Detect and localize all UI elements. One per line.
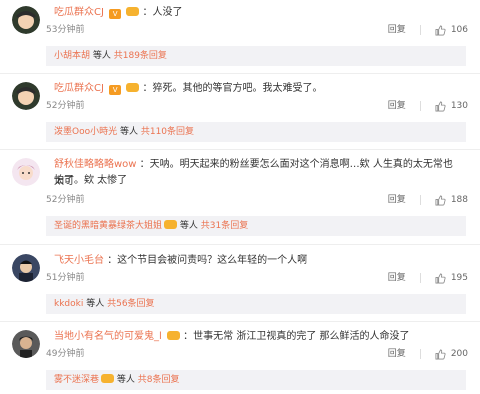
avatar[interactable] xyxy=(12,82,40,110)
reply-username[interactable]: 小胡本胡 xyxy=(54,51,90,61)
timestamp: 49分钟前 xyxy=(46,349,85,359)
reply-button[interactable]: 回复 xyxy=(388,348,406,360)
timestamp: 53分钟前 xyxy=(46,25,85,35)
comment-text: 当地小有名气的可爱鬼_l ：世事无常 浙江卫视真的完了 那么鲜活的人命没了 xyxy=(54,328,458,345)
avatar[interactable] xyxy=(12,254,40,282)
thumbs-up-icon xyxy=(435,273,446,283)
like-count: 200 xyxy=(450,349,468,359)
like-count: 195 xyxy=(450,273,468,283)
reply-username[interactable]: 圣诞的黑暗黄暴绿茶大姐姐 xyxy=(54,221,162,231)
reply-username[interactable]: 雾不迷深巷 xyxy=(54,375,99,385)
comment-text: 吃瓜群众CJ V ：人没了 xyxy=(54,4,458,21)
comment-text: 飞天小毛台 ：这个节目会被问责吗？这么年轻的一个人啊 xyxy=(54,252,458,269)
reply-suffix: 等人 xyxy=(114,375,138,385)
timestamp: 52分钟前 xyxy=(46,101,85,111)
username-link[interactable]: 吃瓜群众CJ xyxy=(54,83,104,94)
reply-username[interactable]: kkdoki xyxy=(54,299,83,309)
divider xyxy=(419,195,421,205)
reply-summary[interactable]: 雾不迷深巷 等人 共8条回复 xyxy=(46,370,466,390)
reply-summary[interactable]: kkdoki 等人 共56条回复 xyxy=(46,294,466,314)
username-link[interactable]: 飞天小毛台 xyxy=(54,255,104,266)
reply-count-link[interactable]: 共110条回复 xyxy=(141,127,194,137)
like-count: 106 xyxy=(450,25,468,35)
reply-summary[interactable]: 泼墨Ooo小時光 等人 共110条回复 xyxy=(46,122,466,142)
username-link[interactable]: 当地小有名气的可爱鬼_l xyxy=(54,331,162,342)
avatar[interactable] xyxy=(12,6,40,34)
reply-count-link[interactable]: 共31条回复 xyxy=(201,221,248,231)
divider xyxy=(419,349,421,359)
comment-body: ：猝死。其他的等官方吧。我太难受了。 xyxy=(142,83,323,94)
verified-v-icon: V xyxy=(109,9,122,19)
member-badge-icon xyxy=(126,7,140,16)
like-count: 130 xyxy=(450,101,468,111)
username-link[interactable]: 吃瓜群众CJ xyxy=(54,7,104,18)
divider xyxy=(419,101,421,111)
divider xyxy=(419,273,421,283)
verified-v-icon: V xyxy=(109,85,122,95)
reply-suffix: 等人 xyxy=(177,221,201,231)
thumbs-up-icon xyxy=(435,25,446,35)
divider xyxy=(0,149,480,150)
thumbs-up-icon xyxy=(435,195,446,205)
member-badge-icon xyxy=(166,331,180,340)
comment-body: ：这个节目会被问责吗？这么年轻的一个人啊 xyxy=(107,255,308,266)
avatar[interactable] xyxy=(12,158,40,186)
timestamp: 51分钟前 xyxy=(46,273,85,283)
like-button[interactable]: 106 xyxy=(435,24,468,36)
username-link[interactable]: 舒秋佳略略略wow xyxy=(54,159,136,170)
comment-actions: 回复 200 xyxy=(388,348,468,360)
thumbs-up-icon xyxy=(435,101,446,111)
reply-suffix: 等人 xyxy=(90,51,114,61)
reply-summary[interactable]: 圣诞的黑暗黄暴绿茶大姐姐 等人 共31条回复 xyxy=(46,216,466,236)
reply-suffix: 等人 xyxy=(83,299,108,309)
reply-button[interactable]: 回复 xyxy=(388,24,406,36)
comment-actions: 回复 130 xyxy=(388,100,468,112)
like-button[interactable]: 188 xyxy=(435,194,468,206)
reply-summary[interactable]: 小胡本胡 等人 共189条回复 xyxy=(46,46,466,66)
like-count: 188 xyxy=(450,195,468,205)
comment-text-continued: 怕了。欸 太惨了 xyxy=(54,172,458,189)
divider xyxy=(419,25,421,35)
comment-body-continued: 怕了。欸 太惨了 xyxy=(54,175,128,186)
reply-count-link[interactable]: 共56条回复 xyxy=(107,299,154,309)
comment-actions: 回复 195 xyxy=(388,272,468,284)
reply-button[interactable]: 回复 xyxy=(388,272,406,284)
comment-body: ：世事无常 浙江卫视真的完了 那么鲜活的人命没了 xyxy=(183,331,410,342)
member-badge-icon xyxy=(164,220,178,229)
comment-actions: 回复 188 xyxy=(388,194,468,206)
divider xyxy=(0,321,480,322)
reply-suffix: 等人 xyxy=(117,127,141,137)
reply-button[interactable]: 回复 xyxy=(388,194,406,206)
comment-actions: 回复 106 xyxy=(388,24,468,36)
timestamp: 52分钟前 xyxy=(46,195,85,205)
member-badge-icon xyxy=(126,83,140,92)
avatar[interactable] xyxy=(12,330,40,358)
like-button[interactable]: 130 xyxy=(435,100,468,112)
like-button[interactable]: 200 xyxy=(435,348,468,360)
comment-text: 吃瓜群众CJ V ：猝死。其他的等官方吧。我太难受了。 xyxy=(54,80,458,97)
reply-count-link[interactable]: 共8条回复 xyxy=(138,375,180,385)
reply-username[interactable]: 泼墨Ooo小時光 xyxy=(54,127,117,137)
divider xyxy=(0,73,480,74)
thumbs-up-icon xyxy=(435,349,446,359)
reply-button[interactable]: 回复 xyxy=(388,100,406,112)
like-button[interactable]: 195 xyxy=(435,272,468,284)
reply-count-link[interactable]: 共189条回复 xyxy=(114,51,167,61)
divider xyxy=(0,244,480,245)
comment-body: ：人没了 xyxy=(142,7,183,18)
member-badge-icon xyxy=(101,374,115,383)
